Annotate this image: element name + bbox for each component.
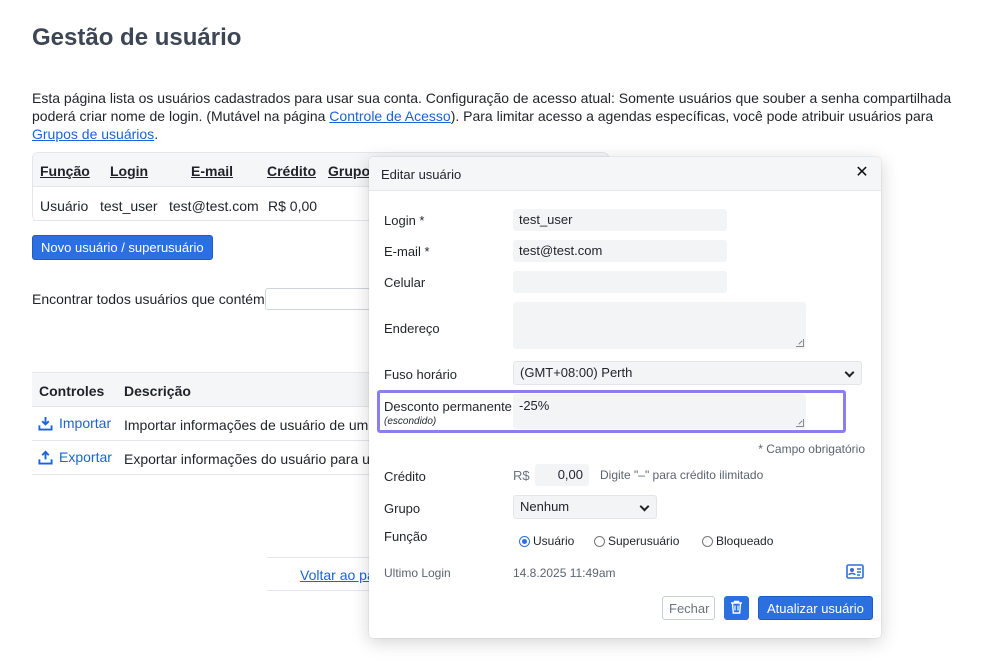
timezone-value: (GMT+08:00) Perth — [520, 365, 633, 380]
discount-label: Desconto permanente — [384, 399, 512, 414]
cell-credit: R$ 0,00 — [268, 198, 318, 214]
resize-handle-icon[interactable] — [796, 339, 804, 347]
back-link[interactable]: Voltar ao pa — [300, 567, 375, 583]
cell-label: Celular — [384, 275, 426, 290]
role-option-superuser[interactable]: Superusuário — [594, 534, 679, 548]
controls-table: Controles Descrição Importar Importar in… — [32, 372, 377, 475]
discount-value: -25% — [519, 398, 550, 413]
new-user-button[interactable]: Novo usuário / superusuário — [32, 235, 213, 260]
cell-role: Usuário — [40, 198, 89, 214]
discount-sublabel: (escondido) — [384, 416, 437, 427]
delete-button[interactable] — [724, 596, 749, 620]
import-button[interactable]: Importar — [38, 415, 111, 431]
resize-handle-icon[interactable] — [796, 419, 804, 427]
back-row: Voltar ao pa — [267, 557, 377, 591]
radio[interactable] — [594, 535, 605, 547]
export-button[interactable]: Exportar — [38, 449, 112, 465]
group-label: Grupo — [384, 501, 421, 516]
trash-icon — [731, 600, 742, 614]
page-title: Gestão de usuário — [32, 24, 242, 51]
chevron-down-icon — [844, 367, 855, 378]
col-email-header[interactable]: E-mail — [191, 163, 233, 179]
intro-text: Esta página lista os usuários cadastrado… — [32, 89, 977, 143]
table-row: Exportar Exportar informações do usuário… — [32, 441, 377, 475]
modal-header: Editar usuário ✕ — [369, 157, 881, 191]
intro-part-2: ). Para limitar acesso a agendas específ… — [450, 108, 934, 124]
timezone-label: Fuso horário — [384, 367, 457, 382]
col-credit-header[interactable]: Crédito — [267, 163, 316, 179]
login-label: Login * — [384, 213, 425, 228]
close-button[interactable]: Fechar — [662, 596, 715, 620]
required-note: * Campo obrigatório — [758, 442, 865, 456]
table-row: Importar Importar informações de usuário… — [32, 407, 377, 441]
radio-selected[interactable] — [519, 535, 530, 547]
last-login-label: Ultimo Login — [384, 566, 451, 580]
login-field[interactable]: test_user — [513, 209, 727, 231]
role-option-label: Usuário — [533, 534, 575, 548]
update-user-button[interactable]: Atualizar usuário — [758, 596, 873, 620]
group-value: Nenhum — [520, 499, 570, 514]
chevron-down-icon — [639, 501, 650, 512]
group-select[interactable]: Nenhum — [513, 495, 657, 519]
cell-email: test@test.com — [169, 198, 259, 214]
col-role-header[interactable]: Função — [40, 163, 90, 179]
intro-part-3: . — [154, 126, 159, 142]
col-controls-header: Controles — [39, 383, 105, 399]
import-description: Importar informações de usuário de um ar — [124, 417, 374, 433]
find-input[interactable] — [265, 288, 375, 310]
cell-field[interactable] — [513, 271, 727, 293]
timezone-select[interactable]: (GMT+08:00) Perth — [513, 361, 862, 385]
user-groups-link[interactable]: Grupos de usuários — [32, 126, 154, 142]
role-label: Função — [384, 529, 428, 544]
role-option-user[interactable]: Usuário — [519, 534, 574, 548]
export-label[interactable]: Exportar — [59, 449, 112, 465]
col-login-header[interactable]: Login — [110, 163, 148, 179]
upload-icon — [38, 450, 53, 465]
access-control-link[interactable]: Controle de Acesso — [329, 108, 450, 124]
email-label: E-mail * — [384, 244, 430, 259]
modal-title: Editar usuário — [381, 167, 462, 182]
role-option-blocked[interactable]: Bloqueado — [702, 534, 773, 548]
credit-field[interactable]: 0,00 — [535, 464, 589, 486]
controls-table-header: Controles Descrição — [32, 373, 377, 407]
download-icon — [38, 416, 53, 431]
credit-currency: R$ — [513, 468, 530, 483]
discount-field[interactable]: -25% — [513, 394, 806, 429]
address-label: Endereço — [384, 321, 440, 336]
last-login-value: 14.8.2025 11:49am — [513, 566, 616, 580]
credit-label: Crédito — [384, 469, 426, 484]
close-icon[interactable]: ✕ — [853, 164, 871, 182]
col-description-header: Descrição — [124, 383, 191, 399]
role-option-label: Superusuário — [608, 534, 680, 548]
role-option-label: Bloqueado — [716, 534, 774, 548]
radio[interactable] — [702, 535, 713, 547]
id-card-icon[interactable] — [846, 564, 864, 579]
address-field[interactable] — [513, 302, 806, 349]
export-description: Exportar informações do usuário para um — [124, 451, 374, 467]
col-group-header[interactable]: Grupo — [328, 163, 370, 179]
credit-hint: Digite "–" para crédito ilimitado — [600, 468, 764, 482]
find-label: Encontrar todos usuários que contém — [32, 291, 265, 307]
email-field[interactable]: test@test.com — [513, 240, 727, 262]
edit-user-modal: Editar usuário ✕ Login * test_user E-mai… — [369, 157, 881, 638]
import-label[interactable]: Importar — [59, 415, 111, 431]
cell-login: test_user — [100, 198, 158, 214]
